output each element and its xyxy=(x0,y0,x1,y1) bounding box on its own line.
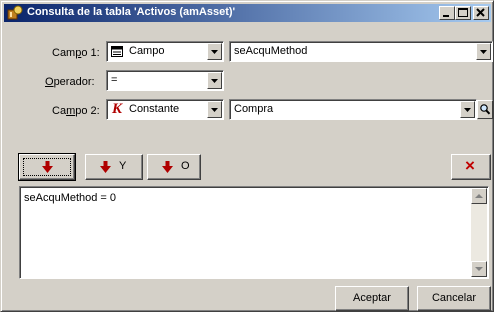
operador-label: Operador: xyxy=(45,76,95,88)
app-icon xyxy=(7,5,23,20)
minimize-button[interactable] xyxy=(439,6,455,20)
title-bar[interactable]: Consulta de la tabla 'Activos (amAsset)' xyxy=(4,4,491,22)
campo2-type-dropdown-button[interactable] xyxy=(207,101,222,118)
chevron-down-icon xyxy=(480,50,487,54)
vertical-scrollbar[interactable] xyxy=(471,188,487,277)
operador-value: = xyxy=(111,74,118,86)
campo1-value: seAcquMethod xyxy=(234,45,308,57)
insert-or-button[interactable]: O xyxy=(147,154,201,180)
campo1-type-select[interactable]: Campo xyxy=(106,41,224,62)
clear-button[interactable]: × xyxy=(451,154,491,180)
maximize-icon xyxy=(458,8,468,17)
insert-button[interactable] xyxy=(18,153,76,181)
or-label: O xyxy=(181,160,190,172)
cancel-button[interactable]: Cancelar xyxy=(417,286,491,311)
maximize-button[interactable] xyxy=(455,6,471,20)
operador-select[interactable]: = xyxy=(106,70,224,91)
campo2-label: Campo 2: xyxy=(52,105,100,117)
down-arrow-icon xyxy=(100,161,111,173)
window-title: Consulta de la tabla 'Activos (amAsset)' xyxy=(27,6,236,18)
insert-and-button[interactable]: Y xyxy=(85,154,143,180)
down-arrow-icon xyxy=(162,161,173,173)
campo2-type-value: Constante xyxy=(129,103,180,115)
campo1-label: Campo 1: xyxy=(52,47,100,59)
chevron-down-icon xyxy=(211,79,218,83)
campo2-value-select[interactable]: Compra xyxy=(229,99,477,120)
close-icon xyxy=(476,8,485,17)
down-arrow-icon xyxy=(42,161,53,173)
chevron-down-icon xyxy=(211,50,218,54)
field-grid-icon xyxy=(111,46,123,57)
accept-button[interactable]: Aceptar xyxy=(335,286,409,311)
chevron-down-icon xyxy=(464,108,471,112)
chevron-down-icon xyxy=(211,108,218,112)
campo1-value-select[interactable]: seAcquMethod xyxy=(229,41,493,62)
campo2-value-dropdown-button[interactable] xyxy=(460,101,475,118)
and-label: Y xyxy=(119,160,127,172)
query-editor[interactable]: seAcquMethod = 0 xyxy=(19,186,489,279)
browse-button[interactable] xyxy=(477,100,493,119)
constant-k-icon: K xyxy=(112,101,123,117)
campo1-value-dropdown-button[interactable] xyxy=(476,43,491,60)
magnifier-icon xyxy=(480,104,491,115)
scroll-down-button[interactable] xyxy=(471,261,487,277)
red-x-icon: × xyxy=(465,156,475,175)
campo2-value: Compra xyxy=(234,103,274,115)
query-text: seAcquMethod = 0 xyxy=(24,192,117,204)
minimize-icon xyxy=(443,15,449,17)
campo2-type-select[interactable]: K Constante xyxy=(106,99,224,120)
chevron-up-icon xyxy=(475,194,483,198)
scroll-up-button[interactable] xyxy=(471,188,487,204)
query-dialog: Consulta de la tabla 'Activos (amAsset)'… xyxy=(0,0,494,312)
chevron-down-icon xyxy=(475,267,483,271)
campo1-type-dropdown-button[interactable] xyxy=(207,43,222,60)
close-button[interactable] xyxy=(473,6,489,20)
campo1-type-value: Campo xyxy=(129,45,165,57)
operador-dropdown-button[interactable] xyxy=(207,72,222,89)
